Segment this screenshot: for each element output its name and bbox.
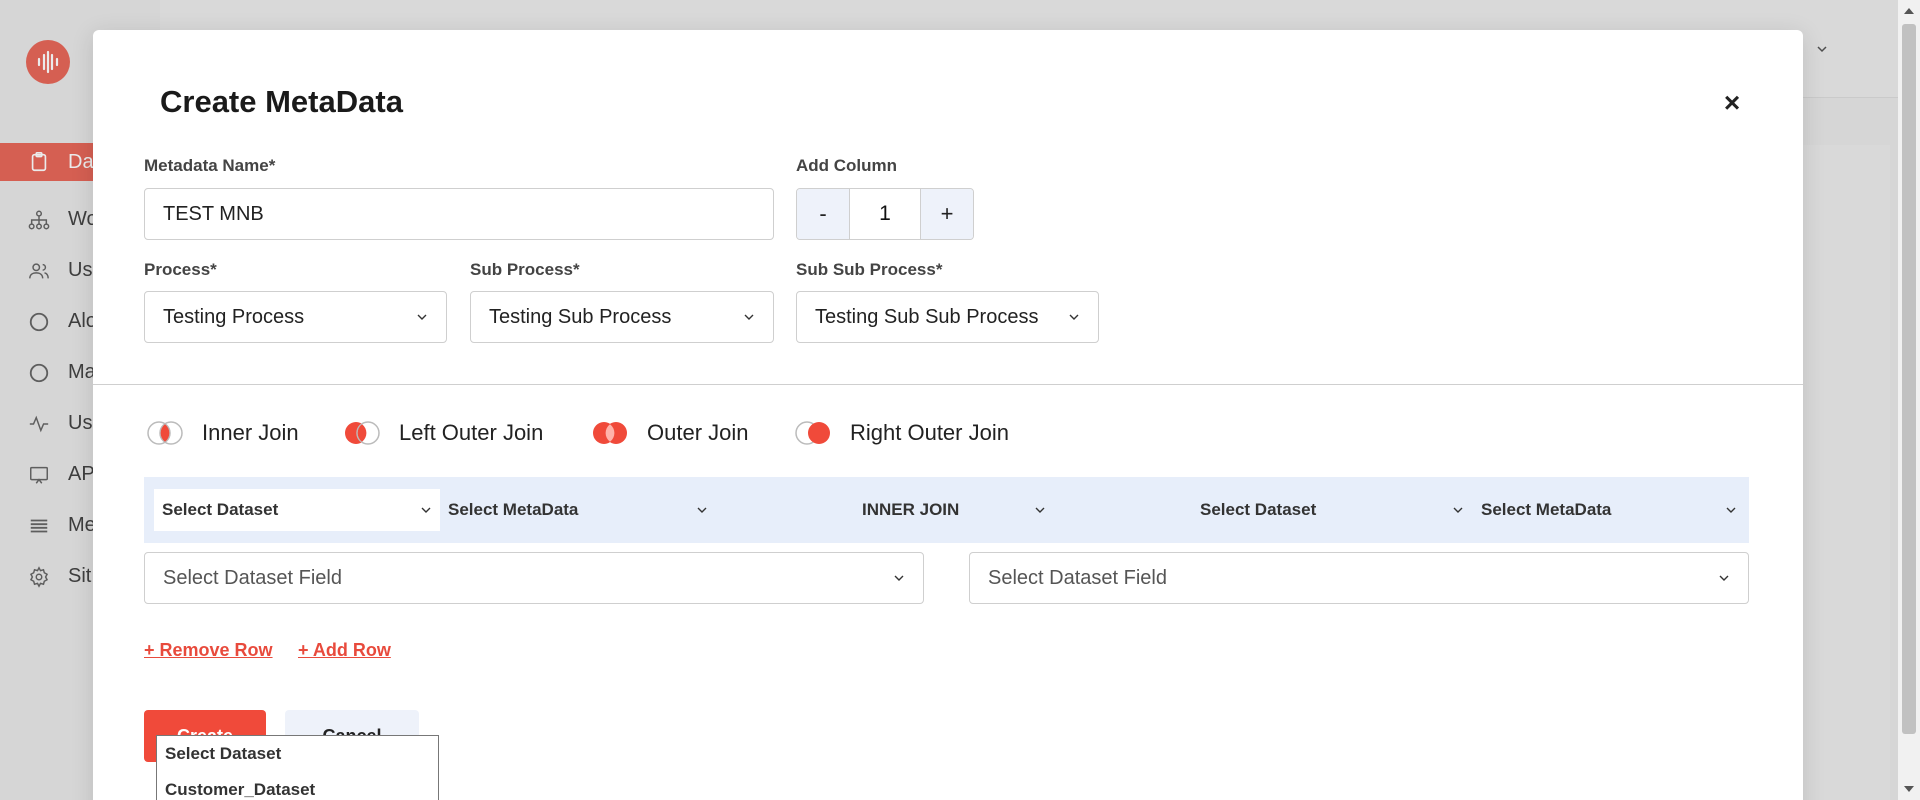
chevron-down-icon: [1726, 507, 1736, 513]
dropdown-option[interactable]: Customer_Dataset: [157, 772, 438, 800]
left-metadata-value: Select MetaData: [448, 500, 579, 519]
chevron-down-icon: [417, 314, 427, 320]
chevron-down-icon: [894, 575, 904, 581]
join-option-outer[interactable]: Outer Join: [589, 420, 749, 446]
join-option-label: Right Outer Join: [850, 420, 1009, 445]
add-column-stepper: - 1 +: [796, 188, 974, 240]
page-scrollbar[interactable]: [1898, 0, 1920, 800]
join-type-select[interactable]: INNER JOIN: [854, 489, 1054, 531]
section-divider: [93, 384, 1803, 385]
modal-title: Create MetaData: [160, 84, 403, 119]
add-column-label: Add Column: [796, 156, 898, 175]
sub-process-value: Testing Sub Process: [489, 305, 672, 328]
join-config-bar: Select Dataset Select MetaData INNER JOI…: [144, 477, 1749, 543]
right-metadata-select[interactable]: Select MetaData: [1473, 489, 1745, 531]
sub-process-label: Sub Process*: [470, 260, 580, 279]
left-dataset-value: Select Dataset: [162, 500, 279, 519]
join-option-right-outer[interactable]: Right Outer Join: [792, 420, 1009, 446]
chevron-down-icon: [744, 314, 754, 320]
chevron-down-icon: [1453, 507, 1463, 513]
join-option-label: Inner Join: [202, 420, 299, 445]
process-label: Process*: [144, 260, 217, 279]
left-metadata-select[interactable]: Select MetaData: [440, 489, 716, 531]
sub-sub-process-select[interactable]: Testing Sub Sub Process: [796, 291, 1099, 343]
sub-process-select[interactable]: Testing Sub Process: [470, 291, 774, 343]
column-count[interactable]: 1: [849, 189, 921, 239]
sub-sub-process-value: Testing Sub Sub Process: [815, 305, 1039, 328]
join-type-value: INNER JOIN: [862, 500, 960, 519]
left-dataset-field-select[interactable]: Select Dataset Field: [144, 552, 924, 604]
scroll-down-icon[interactable]: [1904, 786, 1914, 792]
chevron-down-icon: [1035, 507, 1045, 513]
right-dataset-field-placeholder: Select Dataset Field: [988, 566, 1167, 589]
scroll-thumb[interactable]: [1902, 24, 1916, 734]
outer-join-icon: [593, 422, 627, 444]
join-option-inner[interactable]: Inner Join: [144, 420, 299, 446]
join-option-left-outer[interactable]: Left Outer Join: [341, 420, 543, 446]
right-metadata-value: Select MetaData: [1481, 500, 1612, 519]
chevron-down-icon: [421, 507, 431, 513]
metadata-name-input[interactable]: [144, 188, 774, 240]
left-outer-join-icon: [345, 421, 380, 445]
sub-sub-process-label: Sub Sub Process*: [796, 260, 943, 279]
scroll-up-icon[interactable]: [1904, 8, 1914, 14]
left-dataset-select[interactable]: Select Dataset: [154, 489, 440, 531]
process-value: Testing Process: [163, 305, 305, 328]
chevron-down-icon: [1069, 314, 1079, 320]
chevron-down-icon: [697, 507, 707, 513]
join-option-label: Outer Join: [647, 420, 749, 445]
process-select[interactable]: Testing Process: [144, 291, 447, 343]
decrement-button[interactable]: -: [797, 189, 849, 239]
right-dataset-field-select[interactable]: Select Dataset Field: [969, 552, 1749, 604]
metadata-name-label: Metadata Name*: [144, 156, 276, 175]
left-dataset-field-placeholder: Select Dataset Field: [163, 566, 342, 589]
join-option-label: Left Outer Join: [399, 420, 544, 445]
dropdown-option[interactable]: Select Dataset: [157, 736, 438, 772]
right-dataset-select[interactable]: Select Dataset: [1192, 489, 1472, 531]
remove-row-link[interactable]: + Remove Row: [144, 640, 273, 661]
inner-join-icon: [147, 421, 183, 445]
add-row-link[interactable]: + Add Row: [298, 640, 391, 661]
dataset-dropdown-list: Select Dataset Customer_Dataset: [156, 735, 439, 800]
chevron-down-icon: [1719, 575, 1729, 581]
close-button[interactable]: ×: [1717, 88, 1747, 118]
increment-button[interactable]: +: [921, 189, 973, 239]
right-outer-join-icon: [795, 421, 830, 445]
create-metadata-modal: Create MetaData × Metadata Name* Add Col…: [93, 30, 1803, 800]
right-dataset-value: Select Dataset: [1200, 500, 1317, 519]
